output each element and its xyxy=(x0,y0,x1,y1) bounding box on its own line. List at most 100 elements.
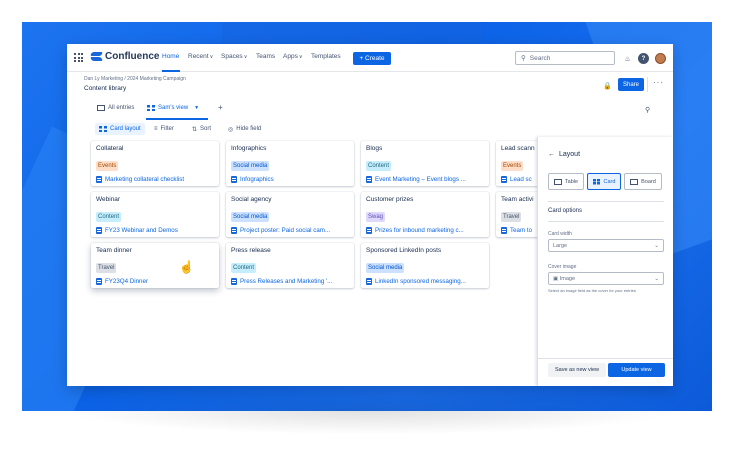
table-icon xyxy=(553,178,562,185)
card-tag: Events xyxy=(501,161,524,171)
card-icon xyxy=(592,178,601,185)
cover-image-hint: Select an image field as the cover for y… xyxy=(548,288,636,293)
card-page-link[interactable]: Project poster: Paid social cam... xyxy=(231,227,349,234)
card-title: Webinar xyxy=(96,196,121,203)
entry-card[interactable]: Webinar Content FY23 Webinar and Demos xyxy=(91,192,219,237)
card-tag: Social media xyxy=(366,263,405,273)
entry-card[interactable]: Infographics Social media Infographics xyxy=(226,141,354,186)
card-width-label: Card width xyxy=(548,231,572,237)
panel-title: ← Layout xyxy=(548,151,581,158)
page-icon xyxy=(96,176,102,183)
card-icon xyxy=(147,105,155,111)
nav-recent[interactable]: Recent∨ xyxy=(188,53,213,60)
filter-button[interactable]: ≡ Filter xyxy=(154,123,174,135)
tab-all-entries[interactable]: All entries xyxy=(97,105,134,111)
confluence-logo-icon xyxy=(91,51,102,62)
card-tag: Content xyxy=(366,161,392,171)
card-tag: Swag xyxy=(366,212,386,222)
active-tab-indicator xyxy=(146,118,208,120)
divider xyxy=(548,201,664,202)
card-options-heading: Card options xyxy=(548,208,583,214)
cover-image-select[interactable]: ▣ Image ⌄ xyxy=(548,272,664,285)
divider xyxy=(548,221,664,222)
card-page-link[interactable]: LinkedIn sponsored messaging... xyxy=(366,278,484,285)
card-width-select[interactable]: Large ⌄ xyxy=(548,239,664,252)
layout-table-button[interactable]: Table xyxy=(548,173,584,190)
page-icon xyxy=(501,176,507,183)
page-icon xyxy=(366,278,372,285)
card-tag: Social media xyxy=(231,161,270,171)
card-page-link[interactable]: Prizes for inbound marketing c... xyxy=(366,227,484,234)
card-page-link[interactable]: Press Releases and Marketing '... xyxy=(231,278,349,285)
entry-card[interactable]: Blogs Content Event Marketing – Event blog… xyxy=(361,141,489,186)
card-page-link[interactable]: Infographics xyxy=(231,176,349,183)
app-switcher-icon[interactable] xyxy=(74,53,83,62)
entry-card[interactable]: Team dinner Travel FY23Q4 Dinner xyxy=(91,243,219,288)
chevron-down-icon: ∨ xyxy=(298,54,303,60)
breadcrumb[interactable]: Dan Ly Marketing / 2024 Marketing Campai… xyxy=(84,76,186,82)
create-button[interactable]: + Create xyxy=(353,52,391,65)
view-toolbar: Card layout ≡ Filter ⇅ Sort ◎ Hide field xyxy=(67,121,673,137)
hand-cursor-icon: ☝ xyxy=(179,260,194,274)
page-header: › Dan Ly Marketing / 2024 Marketing Camp… xyxy=(67,72,673,102)
share-button[interactable]: Share xyxy=(618,78,644,91)
help-icon[interactable]: ? xyxy=(638,53,649,64)
nav-apps[interactable]: Apps∨ xyxy=(283,53,303,60)
hide-field-button[interactable]: ◎ Hide field xyxy=(228,123,261,135)
nav-home[interactable]: Home xyxy=(162,53,179,60)
entry-card[interactable]: Social agency Social media Project poster:… xyxy=(226,192,354,237)
board-icon xyxy=(630,178,639,185)
card-page-link[interactable]: FY23 Webinar and Demos xyxy=(96,227,214,234)
card-title: Collateral xyxy=(96,145,124,152)
card-title: Sponsored LinkedIn posts xyxy=(366,247,442,254)
cover-image-label: Cover image xyxy=(548,264,577,270)
chevron-down-icon: ⌄ xyxy=(654,242,659,249)
card-title: Press release xyxy=(231,247,271,254)
chevron-down-icon: ⌄ xyxy=(654,275,659,282)
page-icon xyxy=(231,176,237,183)
avatar[interactable] xyxy=(655,53,666,64)
table-icon xyxy=(97,105,105,111)
layout-card-button[interactable]: Card xyxy=(587,173,621,190)
card-page-link[interactable]: Event Marketing – Event blogs ... xyxy=(366,176,484,183)
page-icon xyxy=(96,227,102,234)
card-grid: Collateral Events Marketing collateral che… xyxy=(67,137,624,386)
search-icon: ⚲ xyxy=(521,55,526,62)
add-view-button[interactable]: + xyxy=(218,103,223,112)
card-page-link[interactable]: Marketing collateral checklist xyxy=(96,176,214,183)
layout-board-button[interactable]: Board xyxy=(624,173,662,190)
card-layout-button[interactable]: Card layout xyxy=(95,123,145,135)
layout-panel: ← Layout Table Card Board Card options Ca… xyxy=(537,137,673,386)
page-icon xyxy=(231,227,237,234)
back-arrow-icon[interactable]: ← xyxy=(548,151,555,158)
notifications-icon[interactable]: ♨ xyxy=(622,53,633,64)
card-tag: Social media xyxy=(231,212,270,222)
entry-card[interactable]: Collateral Events Marketing collateral che… xyxy=(91,141,219,186)
nav-templates[interactable]: Templates xyxy=(311,53,341,60)
entry-card[interactable]: Customer prizes Swag Prizes for inbound ma… xyxy=(361,192,489,237)
tab-sams-view[interactable]: Sam's view ▼ xyxy=(147,105,199,111)
nav-spaces[interactable]: Spaces∨ xyxy=(221,53,247,60)
page-icon xyxy=(366,227,372,234)
save-as-new-view-button[interactable]: Save as new view xyxy=(548,363,606,377)
card-tag: Travel xyxy=(96,263,117,273)
page-icon xyxy=(231,278,237,285)
search-placeholder: Search xyxy=(529,54,551,62)
search-input[interactable]: ⚲ Search xyxy=(515,51,615,65)
filter-icon: ≡ xyxy=(154,126,158,132)
logo-text: Confluence xyxy=(105,51,160,62)
update-view-button[interactable]: Update view xyxy=(608,363,665,377)
page-icon xyxy=(366,176,372,183)
more-actions-button[interactable]: ··· xyxy=(653,78,664,87)
card-page-link[interactable]: FY23Q4 Dinner xyxy=(96,278,214,285)
confluence-logo[interactable]: Confluence xyxy=(91,51,159,62)
nav-teams[interactable]: Teams xyxy=(256,53,275,60)
search-icon[interactable]: ⚲ xyxy=(645,106,650,114)
backdrop-shadow xyxy=(60,385,680,435)
entry-card[interactable]: Sponsored LinkedIn posts Social media Link… xyxy=(361,243,489,288)
sort-button[interactable]: ⇅ Sort xyxy=(192,123,211,135)
lock-icon[interactable]: 🔒 xyxy=(603,82,612,90)
card-tag: Content xyxy=(96,212,122,222)
entry-card[interactable]: Press release Content Press Releases and M… xyxy=(226,243,354,288)
confluence-window: Confluence Home Recent∨ Spaces∨ Teams Ap… xyxy=(67,44,673,386)
